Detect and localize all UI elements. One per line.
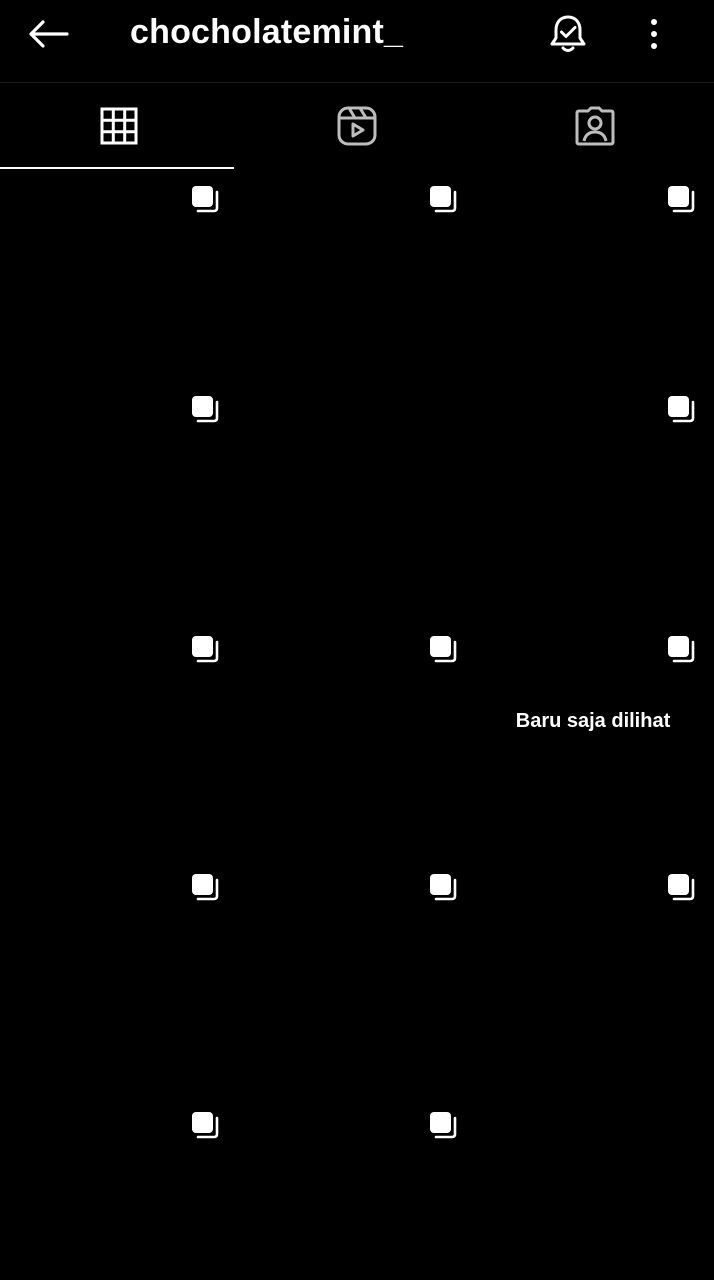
post-thumbnail[interactable] bbox=[476, 856, 710, 1090]
carousel-icon bbox=[430, 874, 457, 901]
tab-reels[interactable] bbox=[238, 83, 476, 169]
reels-icon bbox=[337, 106, 377, 146]
carousel-icon bbox=[668, 874, 695, 901]
carousel-icon bbox=[668, 636, 695, 663]
tagged-person-icon bbox=[575, 106, 615, 146]
carousel-icon bbox=[668, 186, 695, 213]
tab-tagged[interactable] bbox=[476, 83, 714, 169]
post-thumbnail[interactable] bbox=[0, 856, 234, 1090]
notifications-button[interactable] bbox=[544, 10, 592, 58]
post-thumbnail[interactable] bbox=[238, 856, 472, 1090]
top-bar: chocholatemint_ bbox=[0, 0, 714, 82]
carousel-icon bbox=[192, 874, 219, 901]
arrow-left-icon bbox=[29, 20, 69, 48]
post-thumbnail[interactable] bbox=[0, 378, 234, 614]
recently-viewed-label: Baru saja dilihat bbox=[515, 710, 671, 732]
carousel-icon bbox=[668, 396, 695, 423]
post-thumbnail[interactable] bbox=[0, 1094, 234, 1280]
posts-grid: Baru saja dilihat bbox=[0, 168, 714, 1280]
carousel-icon bbox=[192, 396, 219, 423]
post-thumbnail[interactable] bbox=[476, 378, 710, 614]
post-thumbnail[interactable] bbox=[476, 168, 710, 372]
post-thumbnail[interactable] bbox=[238, 378, 472, 614]
bell-check-icon bbox=[550, 15, 586, 52]
post-thumbnail[interactable] bbox=[238, 168, 472, 372]
post-thumbnail[interactable] bbox=[238, 1094, 472, 1280]
tab-posts[interactable] bbox=[0, 83, 238, 169]
grid-icon bbox=[100, 107, 138, 145]
profile-username: chocholatemint_ bbox=[130, 13, 404, 51]
profile-tab-bar bbox=[0, 82, 714, 169]
carousel-icon bbox=[192, 186, 219, 213]
post-thumbnail[interactable] bbox=[238, 618, 472, 852]
post-image bbox=[238, 378, 472, 614]
more-vertical-icon bbox=[651, 19, 657, 49]
back-button[interactable] bbox=[22, 12, 74, 56]
carousel-icon bbox=[430, 186, 457, 213]
post-thumbnail[interactable] bbox=[0, 618, 234, 852]
more-options-button[interactable] bbox=[634, 10, 674, 58]
carousel-icon bbox=[192, 1112, 219, 1139]
post-thumbnail[interactable]: Baru saja dilihat bbox=[476, 618, 710, 852]
post-thumbnail[interactable] bbox=[0, 168, 234, 372]
carousel-icon bbox=[430, 636, 457, 663]
carousel-icon bbox=[192, 636, 219, 663]
carousel-icon bbox=[430, 1112, 457, 1139]
